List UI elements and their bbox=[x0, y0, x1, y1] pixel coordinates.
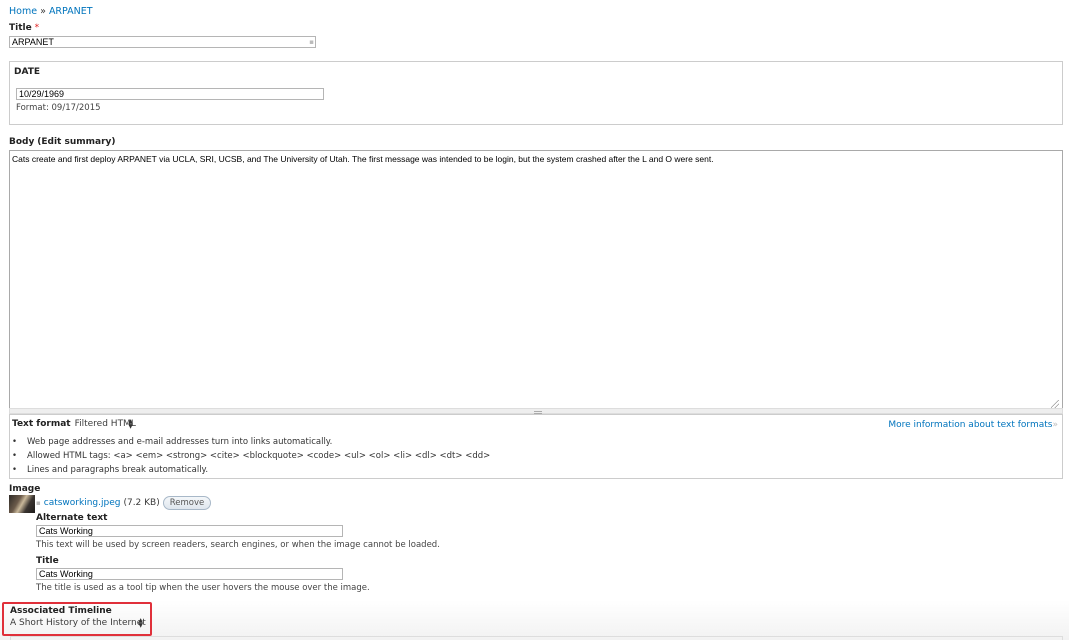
more-info-text-formats-link[interactable]: More information about text formats» bbox=[888, 420, 1058, 430]
image-file-row: ▪ catsworking.jpeg (7.2 KB) Remove bbox=[36, 496, 212, 510]
image-file-size: (7.2 KB) bbox=[123, 498, 160, 508]
date-format-hint: Format: 09/17/2015 bbox=[16, 103, 101, 113]
tip-item: Allowed HTML tags: <a> <em> <strong> <ci… bbox=[12, 449, 490, 463]
tip-item: Lines and paragraphs break automatically… bbox=[12, 463, 490, 477]
text-format-wrapper: Text format Filtered HTML ▲ ▼ More inform… bbox=[9, 414, 1063, 479]
breadcrumb-separator: » bbox=[40, 6, 46, 17]
title-input-wrapper: ▪ bbox=[9, 36, 316, 48]
body-textarea[interactable]: Cats create and first deploy ARPANET via… bbox=[9, 150, 1063, 412]
image-title-input[interactable] bbox=[36, 568, 343, 580]
next-fieldset-edge bbox=[10, 636, 1063, 640]
date-legend: DATE bbox=[14, 67, 41, 77]
timeline-select[interactable]: A Short History of the Internet ▲ ▼ bbox=[10, 617, 146, 629]
select-arrows-icon: ▲ ▼ bbox=[138, 617, 143, 629]
autocomplete-grip-icon: ▪ bbox=[309, 38, 314, 46]
title-field-label: Title * bbox=[9, 23, 39, 33]
breadcrumb-home-link[interactable]: Home bbox=[9, 6, 37, 17]
required-marker: * bbox=[34, 23, 40, 33]
text-format-row: Text format Filtered HTML ▲ ▼ bbox=[12, 418, 136, 430]
image-title-label: Title bbox=[36, 556, 59, 566]
image-file-link[interactable]: catsworking.jpeg bbox=[44, 498, 121, 508]
tip-item: Web page addresses and e-mail addresses … bbox=[12, 435, 490, 449]
image-thumbnail bbox=[9, 495, 35, 513]
date-input[interactable] bbox=[16, 88, 324, 100]
alt-text-help: This text will be used by screen readers… bbox=[36, 540, 440, 550]
body-label: Body bbox=[9, 137, 35, 147]
select-arrows-icon: ▲ ▼ bbox=[128, 418, 133, 430]
title-label: Title bbox=[9, 23, 32, 33]
text-format-label: Text format bbox=[12, 419, 71, 429]
title-input[interactable] bbox=[9, 36, 316, 48]
timeline-highlight-box: Associated Timeline A Short History of t… bbox=[2, 602, 152, 636]
text-format-tips: Web page addresses and e-mail addresses … bbox=[12, 435, 490, 477]
text-format-select[interactable]: Filtered HTML ▲ ▼ bbox=[74, 418, 136, 430]
image-title-help: The title is used as a tool tip when the… bbox=[36, 583, 370, 593]
alt-text-input[interactable] bbox=[36, 525, 343, 537]
edit-summary-link[interactable]: Edit summary bbox=[41, 137, 111, 147]
alt-text-label: Alternate text bbox=[36, 513, 108, 523]
external-arrow-icon: » bbox=[1052, 420, 1058, 430]
file-icon: ▪ bbox=[36, 499, 41, 507]
remove-image-button[interactable]: Remove bbox=[162, 496, 212, 510]
textarea-resize-corner-icon[interactable] bbox=[1051, 400, 1059, 408]
timeline-selected: A Short History of the Internet bbox=[10, 618, 146, 628]
breadcrumb-current-link[interactable]: ARPANET bbox=[49, 6, 93, 17]
body-field-label: Body (Edit summary) bbox=[9, 137, 116, 147]
date-fieldset: DATE Format: 09/17/2015 bbox=[9, 61, 1063, 125]
image-label: Image bbox=[9, 484, 41, 494]
timeline-label: Associated Timeline bbox=[10, 606, 112, 616]
bottom-section-background bbox=[0, 600, 1069, 640]
text-format-selected: Filtered HTML bbox=[74, 419, 136, 429]
breadcrumb: Home » ARPANET bbox=[9, 6, 93, 17]
